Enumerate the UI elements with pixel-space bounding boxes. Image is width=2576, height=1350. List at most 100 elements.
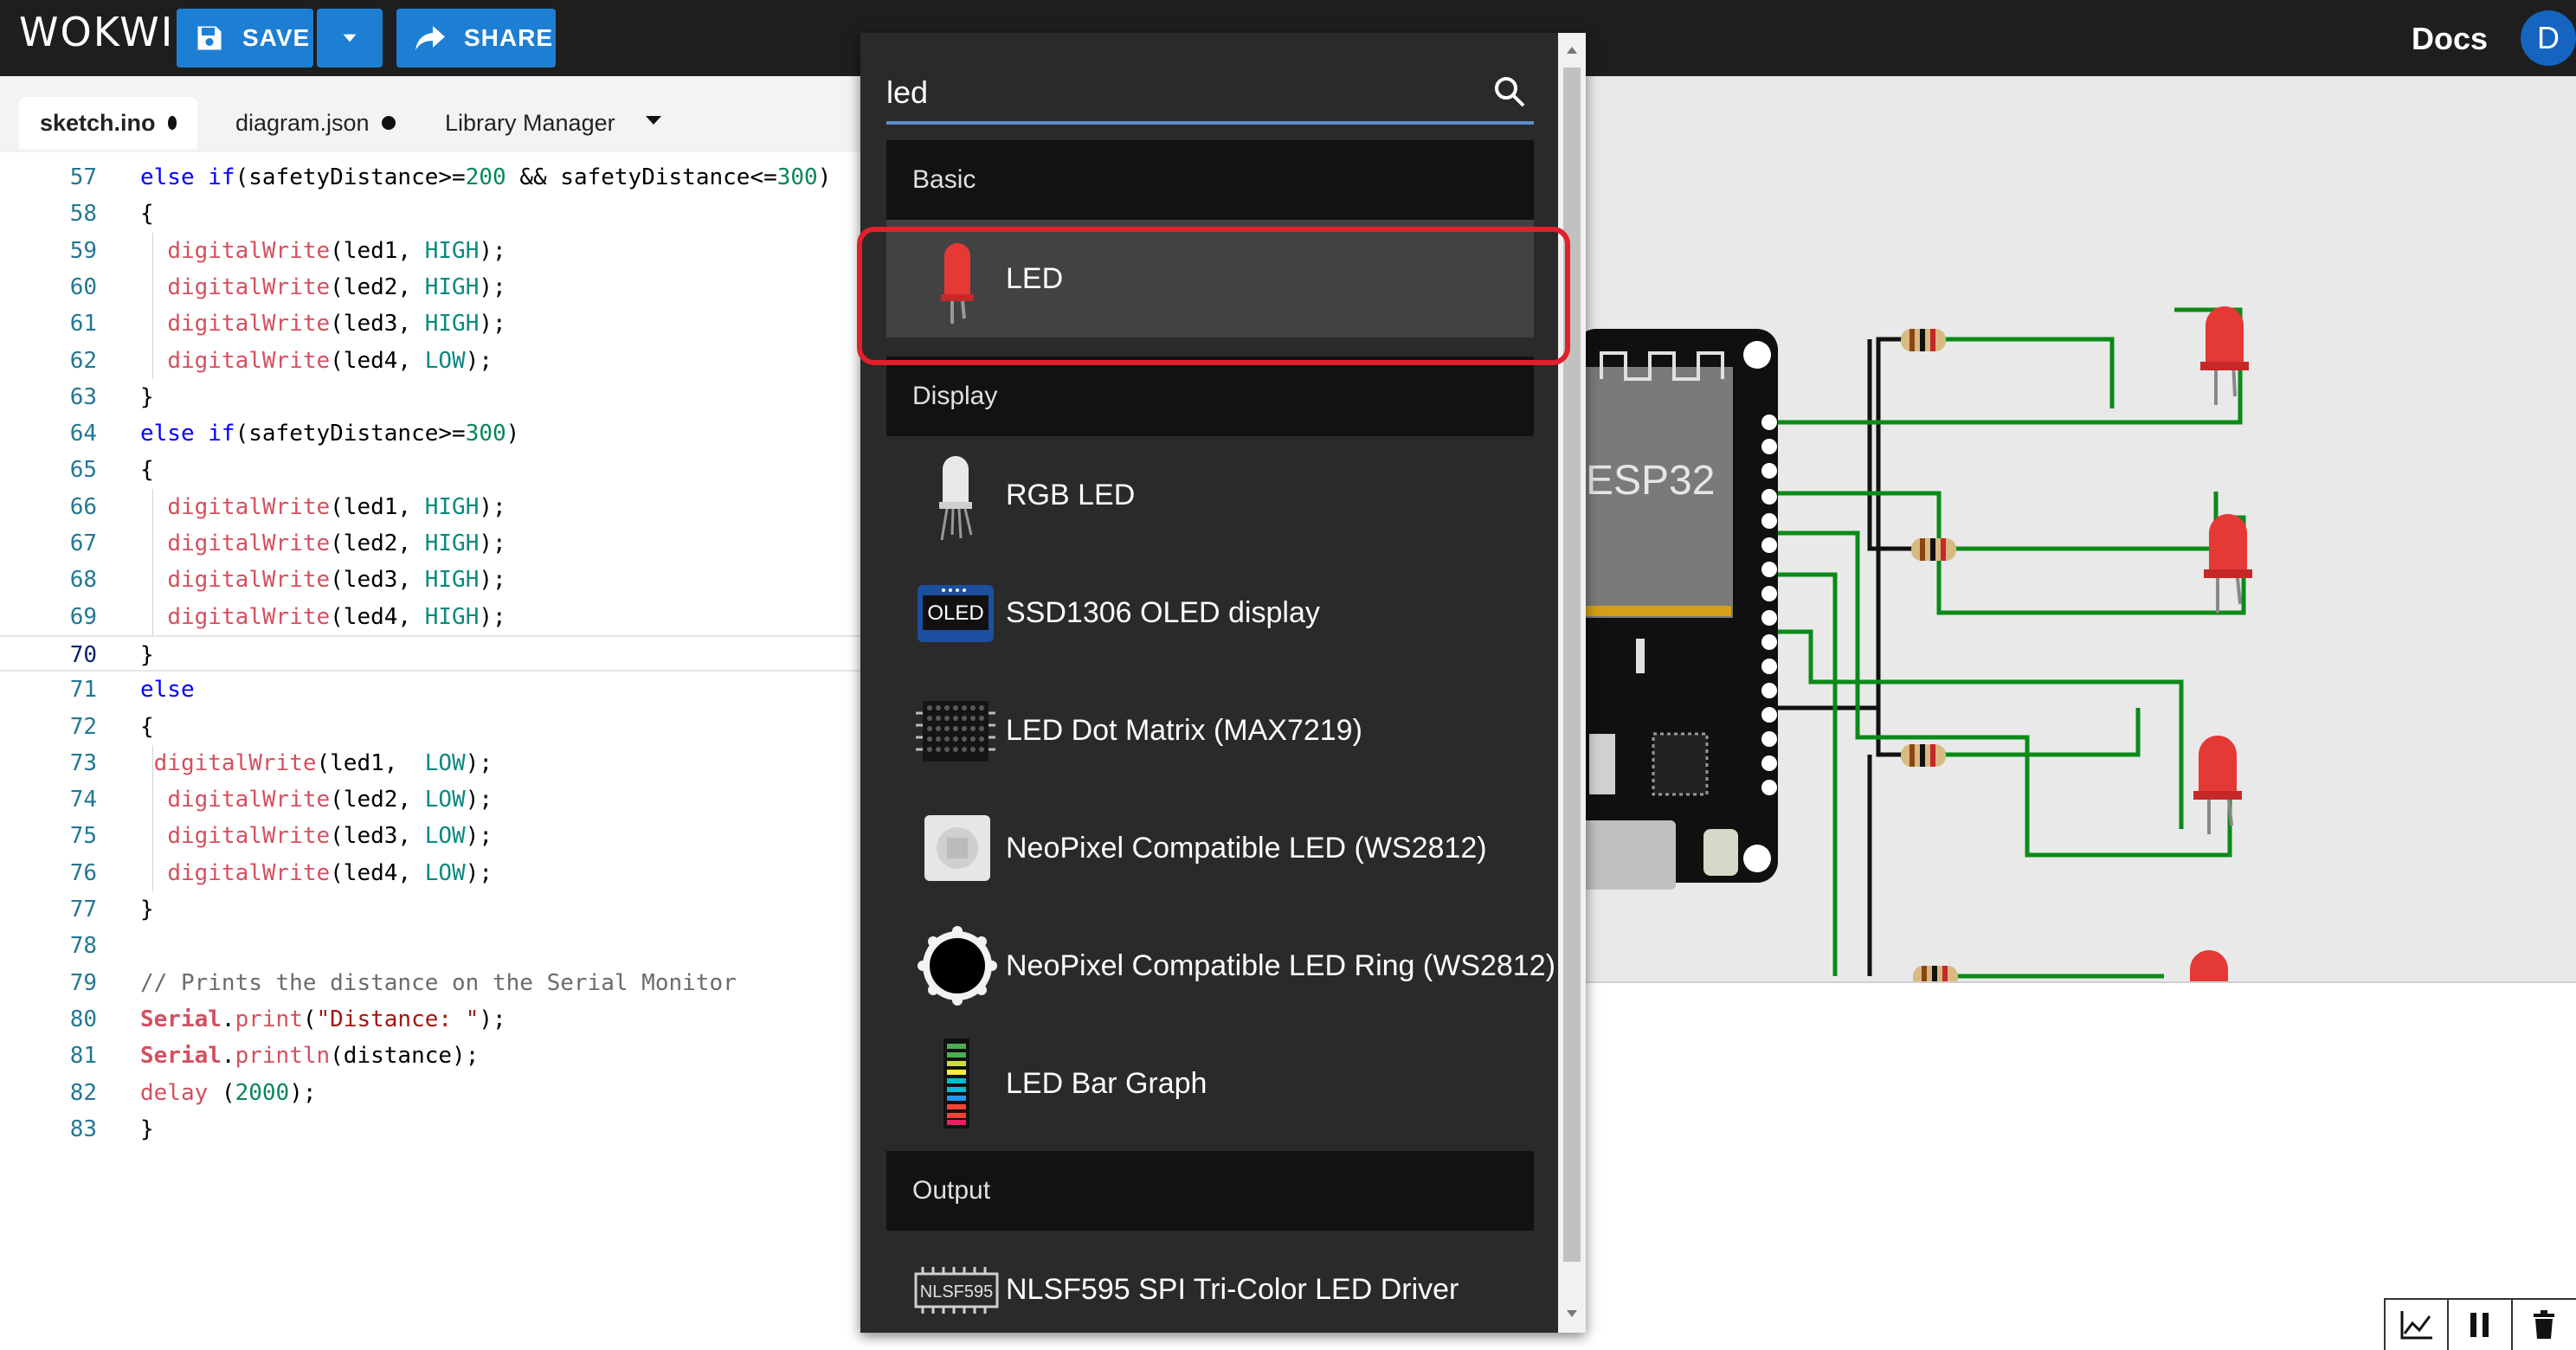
code-text: } <box>140 641 154 668</box>
code-line[interactable]: 59 digitalWrite(led1, HIGH); <box>0 233 866 269</box>
line-number: 75 <box>69 823 97 850</box>
group-header-output: Output <box>886 1151 1534 1231</box>
code-line[interactable]: 65 { <box>0 452 866 488</box>
code-line[interactable]: 72 { <box>0 709 866 745</box>
trash-icon <box>2534 1310 2555 1339</box>
search-icon[interactable] <box>1492 74 1527 109</box>
tab-label: diagram.json <box>235 109 370 136</box>
line-number: 64 <box>69 421 97 447</box>
code-line[interactable]: 60 digitalWrite(led2, HIGH); <box>0 269 866 305</box>
save-options-dropdown-button[interactable] <box>317 9 383 68</box>
part-label: NLSF595 SPI Tri-Color LED Driver <box>1006 1273 1459 1306</box>
wokwi-logo[interactable]: WOKWI <box>19 9 174 55</box>
part-item-nlsf595-driver[interactable]: NLSF595 NLSF595 SPI Tri-Color LED Driver <box>886 1231 1534 1333</box>
code-line[interactable]: 70} <box>0 634 866 672</box>
code-text: { <box>140 201 154 228</box>
part-label: SSD1306 OLED display <box>1006 596 1320 629</box>
code-line[interactable]: 80 Serial.print("Distance: "); <box>0 1001 866 1038</box>
code-text: digitalWrite(led4, LOW); <box>167 347 493 374</box>
code-line[interactable]: 68 digitalWrite(led3, HIGH); <box>0 562 866 598</box>
code-line[interactable]: 63} <box>0 379 866 415</box>
tab-diagram-json[interactable]: diagram.json <box>215 97 416 149</box>
part-search-input[interactable] <box>886 64 1484 121</box>
code-line[interactable]: 83} <box>0 1111 866 1148</box>
part-label: NeoPixel Compatible LED (WS2812) <box>1006 832 1487 865</box>
line-number: 71 <box>69 677 97 704</box>
part-item-rgb-led[interactable]: RGB LED <box>886 436 1534 554</box>
line-number: 60 <box>69 273 97 300</box>
save-button[interactable]: SAVE <box>177 9 313 68</box>
code-line[interactable]: 67 digitalWrite(led2, HIGH); <box>0 525 866 562</box>
code-text: digitalWrite(led4, LOW); <box>167 859 493 886</box>
rgb-led-icon <box>939 456 973 541</box>
code-text: digitalWrite(led3, LOW); <box>167 823 493 850</box>
code-line[interactable]: 71 else <box>0 672 866 708</box>
code-line[interactable]: 58 { <box>0 196 866 232</box>
code-line[interactable]: 74 digitalWrite(led2, LOW); <box>0 781 866 818</box>
indent-guide <box>152 744 153 891</box>
tabs-menu-caret-icon[interactable] <box>644 114 663 126</box>
code-line[interactable]: 64 else if(safetyDistance>=300) <box>0 415 866 452</box>
clear-output-button[interactable] <box>2513 1300 2576 1350</box>
part-item-led-dot-matrix[interactable]: LED Dot Matrix (MAX7219) <box>886 672 1534 789</box>
tab-sketch-ino[interactable]: sketch.ino <box>19 97 197 149</box>
code-line[interactable]: 66 digitalWrite(led1, HIGH); <box>0 489 866 525</box>
code-line[interactable]: 77} <box>0 891 866 928</box>
code-text: } <box>140 1115 154 1142</box>
code-line[interactable]: 82 delay (2000); <box>0 1075 866 1111</box>
signal-wires[interactable] <box>1778 307 2246 979</box>
code-text: else if(safetyDistance>=200 && safetyDis… <box>140 164 832 190</box>
group-header-basic: Basic <box>886 140 1534 220</box>
line-number: 57 <box>69 164 97 190</box>
code-editor[interactable]: 57 else if(safetyDistance>=200 && safetyD… <box>0 152 866 1350</box>
code-line[interactable]: 61 digitalWrite(led3, HIGH); <box>0 305 866 342</box>
code-text: digitalWrite(led4, HIGH); <box>167 603 506 630</box>
part-item-neopixel-led[interactable]: NeoPixel Compatible LED (WS2812) <box>886 789 1534 907</box>
scroll-down-arrow-icon[interactable] <box>1558 1302 1586 1328</box>
line-number: 80 <box>69 1006 97 1032</box>
pause-button[interactable] <box>2449 1300 2513 1350</box>
code-text: { <box>140 457 154 484</box>
simulator-bottom-toolbar <box>2384 1298 2576 1350</box>
code-text: digitalWrite(led2, HIGH); <box>167 530 506 556</box>
docs-link[interactable]: Docs <box>2412 21 2488 57</box>
code-text: } <box>140 383 154 410</box>
esp32-board-label: ESP32 <box>1586 458 1716 504</box>
code-line[interactable]: 57 else if(safetyDistance>=200 && safetyD… <box>0 159 866 196</box>
line-number: 58 <box>69 201 97 228</box>
line-number: 61 <box>69 311 97 338</box>
search-underline <box>886 121 1534 125</box>
share-button[interactable]: SHARE <box>396 9 556 68</box>
tab-library-manager[interactable]: Library Manager <box>424 97 636 149</box>
unsaved-dot-icon <box>167 116 177 130</box>
ground-wires[interactable] <box>1778 337 1932 976</box>
plotter-button[interactable] <box>2386 1300 2450 1350</box>
line-number: 73 <box>69 749 97 776</box>
code-text: digitalWrite(led2, HIGH); <box>167 273 506 300</box>
line-number: 67 <box>69 530 97 556</box>
scroll-up-arrow-icon[interactable] <box>1558 36 1586 62</box>
pause-icon <box>2470 1313 2489 1337</box>
esp32-board[interactable] <box>1575 329 1778 890</box>
code-line[interactable]: 78 <box>0 928 866 964</box>
resistors[interactable] <box>1901 329 1958 981</box>
code-line[interactable]: 69 digitalWrite(led4, HIGH); <box>0 599 866 635</box>
code-line[interactable]: 76 digitalWrite(led4, LOW); <box>0 855 866 891</box>
code-text: { <box>140 713 154 740</box>
line-number: 59 <box>69 237 97 264</box>
code-line[interactable]: 73 digitalWrite(led1, LOW); <box>0 745 866 781</box>
part-item-led-bar-graph[interactable]: LED Bar Graph <box>886 1025 1534 1142</box>
code-line[interactable]: 79 // Prints the distance on the Serial M… <box>0 965 866 1001</box>
part-item-neopixel-ring[interactable]: NeoPixel Compatible LED Ring (WS2812) <box>886 907 1555 1025</box>
part-label: LED Bar Graph <box>1006 1067 1208 1100</box>
indent-guide <box>152 232 153 379</box>
led-bar-graph-icon <box>943 1038 969 1128</box>
code-line[interactable]: 75 digitalWrite(led3, LOW); <box>0 818 866 854</box>
line-number: 63 <box>69 383 97 410</box>
part-item-ssd1306-oled[interactable]: OLED SSD1306 OLED display <box>886 554 1534 672</box>
group-header-display: Display <box>886 357 1534 436</box>
code-line[interactable]: 81 Serial.println(distance); <box>0 1038 866 1074</box>
dropdown-scrollbar[interactable] <box>1558 33 1586 1333</box>
user-avatar[interactable]: D <box>2521 10 2576 66</box>
code-line[interactable]: 62 digitalWrite(led4, LOW); <box>0 343 866 379</box>
